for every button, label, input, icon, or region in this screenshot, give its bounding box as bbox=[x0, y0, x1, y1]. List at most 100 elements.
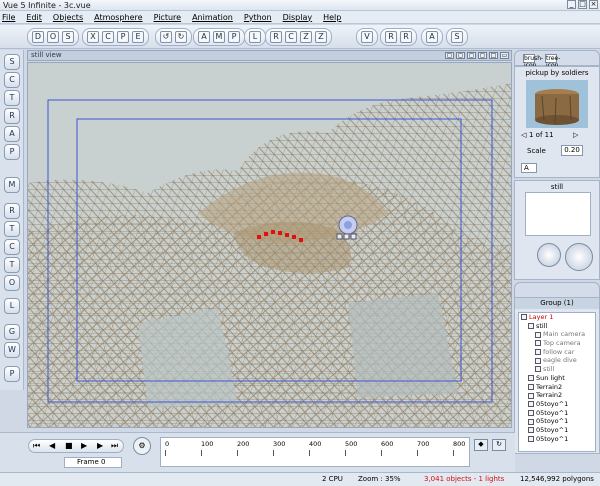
display-mode-icon[interactable]: ▢ bbox=[467, 52, 476, 59]
text-tool-icon[interactable]: R bbox=[4, 203, 20, 219]
four-views-icon[interactable]: V bbox=[361, 31, 373, 43]
close-button[interactable]: × bbox=[589, 0, 598, 9]
pager-next-icon[interactable]: ▷ bbox=[573, 131, 578, 139]
layer-row[interactable]: Layer 1 bbox=[519, 313, 595, 322]
tree-item[interactable]: Main camera bbox=[519, 330, 595, 339]
menu-animation[interactable]: Animation bbox=[192, 13, 233, 22]
toolbar-link-group: L bbox=[244, 28, 266, 46]
objects-count: 3,041 objects - 1 lights bbox=[424, 475, 505, 483]
water-tool-icon[interactable]: W bbox=[4, 342, 20, 358]
tree-body: still Main camera Top camera follow car eagl… bbox=[519, 322, 595, 444]
rewind-icon[interactable]: ⏮ bbox=[33, 441, 40, 451]
tree-item[interactable]: 05toyo^1 bbox=[519, 417, 595, 426]
material-icon[interactable]: M bbox=[213, 31, 225, 43]
tree-item[interactable]: Terrain2 bbox=[519, 383, 595, 392]
timeline-options-icon[interactable]: ⚙ bbox=[133, 437, 151, 455]
redo-icon[interactable]: ↻ bbox=[175, 31, 187, 43]
terrain-tool-icon[interactable]: T bbox=[4, 221, 20, 237]
zoom-out-icon[interactable]: Z bbox=[315, 31, 327, 43]
alpha-plane-tool-icon[interactable]: A bbox=[4, 126, 20, 142]
maximize-view-icon[interactable]: □ bbox=[489, 52, 498, 59]
render-area-icon[interactable]: R bbox=[385, 31, 397, 43]
prev-frame-icon[interactable]: ◀ bbox=[49, 441, 55, 450]
play-icon[interactable]: ▶ bbox=[81, 441, 87, 450]
tree-item[interactable]: 05toyo^1 bbox=[519, 435, 595, 444]
fast-forward-icon[interactable]: ⏭ bbox=[111, 441, 118, 451]
preview-thumbnail[interactable] bbox=[526, 80, 588, 128]
object-tool-icon[interactable]: O bbox=[4, 275, 20, 291]
time-ruler[interactable]: 0 100 200 300 400 500 600 700 800 bbox=[160, 437, 470, 467]
stop-icon[interactable]: ■ bbox=[65, 441, 73, 450]
frame-field[interactable]: Frame 0 bbox=[64, 457, 122, 468]
menu-picture[interactable]: Picture bbox=[154, 13, 182, 22]
animation-icon[interactable]: A bbox=[426, 31, 438, 43]
tree-item[interactable]: Top camera bbox=[519, 339, 595, 348]
menu-display[interactable]: Display bbox=[283, 13, 313, 22]
open-scene-icon[interactable]: O bbox=[47, 31, 59, 43]
cylinder-tool-icon[interactable]: C bbox=[4, 72, 20, 88]
menu-help[interactable]: Help bbox=[323, 13, 341, 22]
render-options-icon[interactable]: R bbox=[400, 31, 412, 43]
tree-item-label: 05toyo^1 bbox=[536, 434, 569, 443]
plant-tool-icon[interactable]: P bbox=[4, 144, 20, 160]
zoom-in-icon[interactable]: Z bbox=[300, 31, 312, 43]
cloud-tool-icon[interactable]: C bbox=[4, 239, 20, 255]
torus-tool-icon[interactable]: T bbox=[4, 90, 20, 106]
view-options-icon[interactable]: ▢ bbox=[478, 52, 487, 59]
panel-toggle-icon[interactable]: ▭ bbox=[500, 52, 509, 59]
status-bar: 2 CPU Zoom : 35% 3,041 objects - 1 light… bbox=[0, 472, 600, 486]
tree-item[interactable]: 05toyo^1 bbox=[519, 400, 595, 409]
preview-icon[interactable]: P bbox=[228, 31, 240, 43]
tree-item[interactable]: still bbox=[519, 322, 595, 331]
planet-tool-icon[interactable]: P bbox=[4, 366, 20, 382]
save-scene-icon[interactable]: S bbox=[62, 31, 74, 43]
minimize-button[interactable]: _ bbox=[567, 0, 576, 9]
tree-item[interactable]: 05toyo^1 bbox=[519, 426, 595, 435]
maximize-button[interactable]: □ bbox=[578, 0, 587, 9]
rock-tool-icon[interactable]: R bbox=[4, 108, 20, 124]
move-control-icon[interactable] bbox=[565, 243, 593, 271]
paste-icon[interactable]: P bbox=[117, 31, 129, 43]
metablob-tool-icon[interactable]: M bbox=[4, 177, 20, 193]
menu-file[interactable]: File bbox=[2, 13, 15, 22]
center-icon[interactable]: C bbox=[285, 31, 297, 43]
atmosphere-icon[interactable]: A bbox=[198, 31, 210, 43]
next-frame-icon[interactable]: ▶ bbox=[97, 441, 103, 450]
new-scene-icon[interactable]: D bbox=[32, 31, 44, 43]
mode-select[interactable]: A bbox=[521, 163, 537, 173]
tree-item[interactable]: eagle dive bbox=[519, 356, 595, 365]
keyframe-icon[interactable]: ◆ bbox=[474, 439, 488, 451]
pan-control-icon[interactable] bbox=[537, 243, 561, 267]
brush-icon[interactable]: brush-icon bbox=[523, 54, 543, 69]
camera-preview[interactable] bbox=[525, 192, 591, 236]
light-tool-icon[interactable]: L bbox=[4, 298, 20, 314]
loop-icon[interactable]: ↻ bbox=[492, 439, 506, 451]
tree-item[interactable]: Terrain2 bbox=[519, 391, 595, 400]
menu-atmosphere[interactable]: Atmosphere bbox=[94, 13, 142, 22]
undo-icon[interactable]: ↺ bbox=[160, 31, 172, 43]
world-browser-tabs bbox=[514, 282, 600, 298]
main-toolbar: D O S X C P E ↺ ↻ A M P L R C Z Z V R R … bbox=[0, 25, 600, 49]
scale-input[interactable]: 0.20 bbox=[561, 145, 583, 156]
menu-edit[interactable]: Edit bbox=[26, 13, 42, 22]
rotate-icon[interactable]: R bbox=[270, 31, 282, 43]
pager-prev-icon[interactable]: ◁ bbox=[521, 131, 526, 139]
group-tool-icon[interactable]: G bbox=[4, 324, 20, 340]
edit-object-icon[interactable]: E bbox=[132, 31, 144, 43]
menu-python[interactable]: Python bbox=[244, 13, 272, 22]
render-viewport[interactable] bbox=[27, 62, 512, 428]
tree-item[interactable]: still bbox=[519, 365, 595, 374]
camera-icon[interactable]: ▢ bbox=[445, 52, 454, 59]
render-scene-icon[interactable]: S bbox=[451, 31, 463, 43]
tree-item[interactable]: 05toyo^1 bbox=[519, 409, 595, 418]
link-icon[interactable]: L bbox=[249, 31, 261, 43]
tree-tool-icon[interactable]: T bbox=[4, 257, 20, 273]
render-icon[interactable]: ▢ bbox=[456, 52, 465, 59]
tree-item[interactable]: Sun light bbox=[519, 374, 595, 383]
tree-item[interactable]: follow car bbox=[519, 348, 595, 357]
menu-objects[interactable]: Objects bbox=[53, 13, 83, 22]
copy-icon[interactable]: C bbox=[102, 31, 114, 43]
sphere-tool-icon[interactable]: S bbox=[4, 54, 20, 70]
cut-icon[interactable]: X bbox=[87, 31, 99, 43]
tree-icon[interactable]: tree-icon bbox=[545, 54, 560, 69]
